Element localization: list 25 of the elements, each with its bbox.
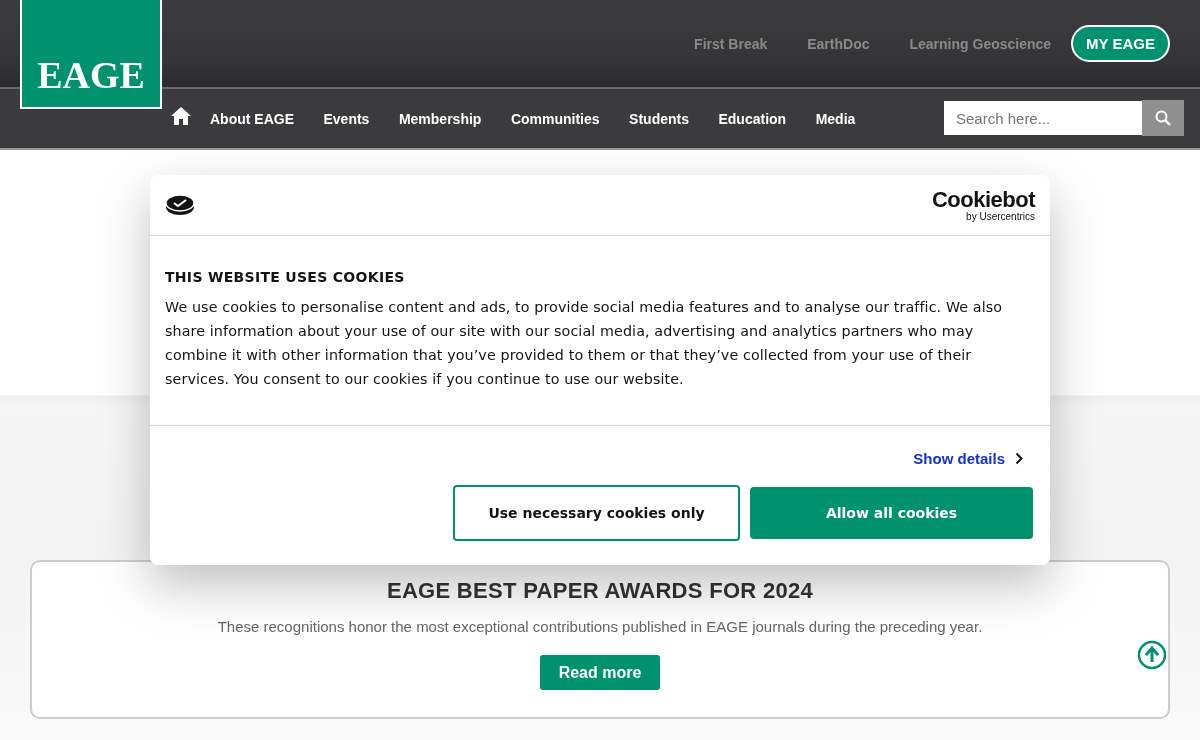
chevron-right-icon[interactable] xyxy=(1015,452,1023,465)
nav-link[interactable]: Events xyxy=(323,110,370,127)
allow-all-button[interactable]: Allow all cookies xyxy=(750,487,1033,539)
cookie-notice-text: We use cookies to personalise content and ads, to provide social media features and to analyse our traffic. We also share information about your use of our site with our social media, advertising and analytics partners who may combine it with other information that you’ve provided to them or that they’ve collected from your use of their services. You consent to our cookies if you continue to use our website. xyxy=(165,298,1004,389)
read-more-button[interactable]: Read more xyxy=(539,655,661,690)
card-title: EAGE BEST PAPER AWARDS FOR 2024 xyxy=(386,578,814,604)
search-icon xyxy=(1155,110,1171,126)
card-text: These recognitions honor the most exceptional contributions published in EAGE journals during the preceding year. xyxy=(217,618,983,635)
nav-link[interactable]: Education xyxy=(718,110,787,127)
nav-link[interactable]: Students xyxy=(629,110,689,127)
search-button[interactable] xyxy=(1142,100,1184,136)
home-icon[interactable] xyxy=(170,105,192,126)
cookie-check-icon xyxy=(165,194,195,216)
nav-link[interactable]: About EAGE xyxy=(210,110,294,127)
eage-logo[interactable]: EAGE xyxy=(20,0,162,109)
necessary-only-button[interactable]: Use necessary cookies only xyxy=(453,485,740,541)
nav-link[interactable]: Media xyxy=(815,110,856,127)
my-eage-button[interactable]: MY EAGE xyxy=(1071,25,1170,62)
cookiebot-logo: Cookiebot by Usercentrics xyxy=(931,188,1035,222)
scroll-up-icon[interactable] xyxy=(1137,640,1167,670)
search-field[interactable]: Search here... xyxy=(944,101,1142,135)
show-details-link[interactable]: Show details xyxy=(913,450,1005,467)
nav-link[interactable]: Membership xyxy=(398,110,482,127)
dialog-title: THIS WEBSITE USES COOKIES xyxy=(165,269,406,285)
nav-link[interactable]: Communities xyxy=(510,110,600,127)
